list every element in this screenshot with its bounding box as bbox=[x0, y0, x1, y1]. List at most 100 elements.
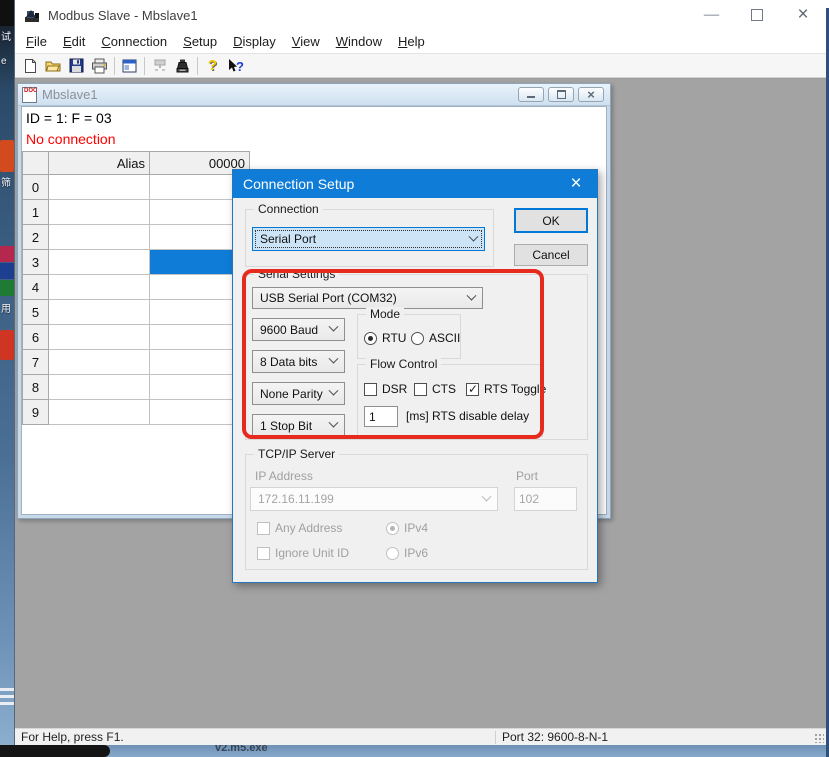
table-row: 8 bbox=[23, 375, 250, 400]
tcpip-server-group-label: TCP/IP Server bbox=[254, 447, 339, 461]
row-header-3: 3 bbox=[23, 250, 49, 275]
rtu-radio[interactable]: RTU bbox=[364, 331, 406, 345]
alias-cell-6[interactable] bbox=[49, 325, 150, 350]
radio-selected-icon bbox=[364, 332, 377, 345]
table-row: 9 bbox=[23, 400, 250, 425]
menu-item-window[interactable]: Window bbox=[328, 32, 390, 51]
child-window-title: Mbslave1 bbox=[42, 87, 98, 102]
menu-item-display[interactable]: Display bbox=[225, 32, 284, 51]
resize-grip-icon[interactable] bbox=[814, 733, 824, 743]
mode-group-label: Mode bbox=[366, 307, 404, 321]
alias-cell-3[interactable] bbox=[49, 250, 150, 275]
save-button[interactable] bbox=[65, 55, 88, 77]
menu-item-view[interactable]: View bbox=[284, 32, 328, 51]
toolbar-separator bbox=[197, 57, 198, 75]
stop-bits-combobox[interactable]: 1 Stop Bit bbox=[252, 414, 345, 437]
ok-button[interactable]: OK bbox=[514, 208, 588, 233]
ipv4-radio-label: IPv4 bbox=[404, 521, 428, 535]
data-bits-combobox[interactable]: 8 Data bits bbox=[252, 350, 345, 373]
close-button[interactable] bbox=[780, 0, 826, 30]
disconnect-button[interactable] bbox=[148, 55, 171, 77]
minimize-button[interactable] bbox=[688, 0, 734, 30]
menu-item-help[interactable]: Help bbox=[390, 32, 433, 51]
context-help-button[interactable]: ? bbox=[224, 55, 247, 77]
print-button[interactable] bbox=[88, 55, 111, 77]
parity-combobox[interactable]: None Parity bbox=[252, 382, 345, 405]
ignore-unit-id-checkbox: Ignore Unit ID bbox=[257, 546, 349, 560]
row-header-7: 7 bbox=[23, 350, 49, 375]
desktop-edge-left: 试 e 筛 用 bbox=[0, 0, 14, 757]
port-label-wrap: Port bbox=[516, 469, 538, 483]
rts-toggle-checkbox[interactable]: RTS Toggle bbox=[466, 382, 546, 396]
dialog-close-button[interactable] bbox=[555, 170, 597, 198]
disconnect-icon bbox=[152, 58, 168, 73]
rts-toggle-checkbox-label: RTS Toggle bbox=[484, 382, 546, 396]
help-icon: ? bbox=[208, 57, 217, 74]
rts-disable-delay-input[interactable] bbox=[364, 406, 398, 427]
help-button[interactable]: ? bbox=[201, 55, 224, 77]
ascii-radio-label: ASCII bbox=[429, 331, 460, 345]
save-icon bbox=[69, 58, 84, 73]
menu-item-connection[interactable]: Connection bbox=[93, 32, 175, 51]
child-restore-button[interactable] bbox=[548, 87, 574, 102]
serial-port-combobox[interactable]: USB Serial Port (COM32) bbox=[252, 287, 483, 309]
ip-address-combobox: 172.16.11.199 bbox=[250, 487, 498, 511]
app-icon bbox=[24, 8, 41, 23]
display-settings-icon bbox=[122, 59, 137, 73]
checkbox-unchecked-icon bbox=[364, 383, 377, 396]
radio-unselected-icon bbox=[386, 547, 399, 560]
desktop-icon-fragment bbox=[0, 263, 14, 279]
cancel-button[interactable]: Cancel bbox=[514, 244, 588, 266]
ipv6-radio-label: IPv6 bbox=[404, 546, 428, 560]
alias-cell-7[interactable] bbox=[49, 350, 150, 375]
ipv4-radio: IPv4 bbox=[386, 521, 428, 535]
alias-cell-8[interactable] bbox=[49, 375, 150, 400]
mdi-workspace: DOC Mbslave1 ID = 1: F = 03 No connectio… bbox=[15, 78, 826, 728]
alias-cell-2[interactable] bbox=[49, 225, 150, 250]
rts-disable-delay-label-wrap: [ms] RTS disable delay bbox=[406, 409, 529, 423]
open-file-button[interactable] bbox=[42, 55, 65, 77]
svg-text:?: ? bbox=[236, 59, 244, 74]
connection-type-combobox[interactable]: Serial Port bbox=[252, 227, 485, 251]
menu-item-file[interactable]: File bbox=[18, 32, 55, 51]
menu-item-setup[interactable]: Setup bbox=[175, 32, 225, 51]
serial-settings-group-label: Serial Settings bbox=[254, 267, 339, 281]
chevron-down-icon bbox=[329, 322, 339, 332]
any-address-label: Any Address bbox=[275, 521, 342, 535]
ip-address-label: IP Address bbox=[255, 469, 313, 483]
child-close-button[interactable] bbox=[578, 87, 604, 102]
row-header-8: 8 bbox=[23, 375, 49, 400]
desktop-file-label: v2.m5.exe bbox=[215, 745, 268, 754]
new-file-button[interactable] bbox=[19, 55, 42, 77]
desktop-icon-fragment bbox=[0, 695, 14, 698]
display-settings-button[interactable] bbox=[118, 55, 141, 77]
alias-cell-4[interactable] bbox=[49, 275, 150, 300]
port-value: 102 bbox=[519, 492, 539, 506]
status-separator bbox=[495, 731, 496, 744]
dialog-title-bar: Connection Setup bbox=[233, 170, 597, 198]
ipv6-radio: IPv6 bbox=[386, 546, 428, 560]
maximize-button[interactable] bbox=[734, 0, 780, 30]
desktop-icon-fragment bbox=[0, 0, 14, 26]
row-header-6: 6 bbox=[23, 325, 49, 350]
alias-cell-1[interactable] bbox=[49, 200, 150, 225]
connection-status-label: No connection bbox=[26, 131, 116, 147]
row-header-4: 4 bbox=[23, 275, 49, 300]
menu-item-edit[interactable]: Edit bbox=[55, 32, 93, 51]
child-minimize-button[interactable] bbox=[518, 87, 544, 102]
alias-cell-9[interactable] bbox=[49, 400, 150, 425]
register-table-header: Alias00000 bbox=[23, 152, 250, 175]
baud-rate-combobox[interactable]: 9600 Baud bbox=[252, 318, 345, 341]
dsr-checkbox[interactable]: DSR bbox=[364, 382, 407, 396]
window-title: Modbus Slave - Mbslave1 bbox=[48, 8, 198, 23]
row-header-9: 9 bbox=[23, 400, 49, 425]
alias-cell-5[interactable] bbox=[49, 300, 150, 325]
checkbox-checked-icon bbox=[466, 383, 479, 396]
ip-address-label-wrap: IP Address bbox=[255, 469, 313, 483]
alias-cell-0[interactable] bbox=[49, 175, 150, 200]
connect-button[interactable] bbox=[171, 55, 194, 77]
ascii-radio[interactable]: ASCII bbox=[411, 331, 460, 345]
cts-checkbox[interactable]: CTS bbox=[414, 382, 456, 396]
new-file-icon bbox=[23, 58, 38, 74]
rts-disable-delay-label: [ms] RTS disable delay bbox=[406, 409, 529, 423]
